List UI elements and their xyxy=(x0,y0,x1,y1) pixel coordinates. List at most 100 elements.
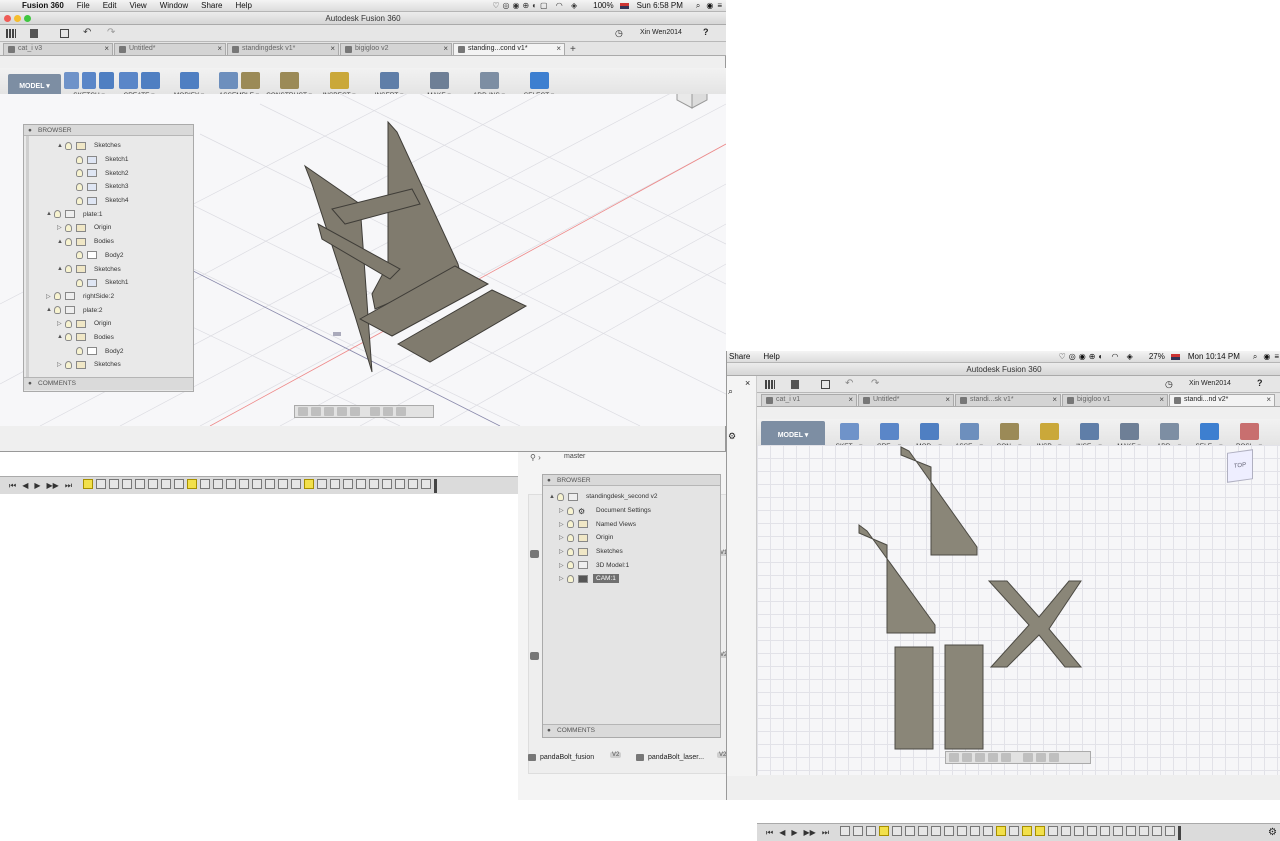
browser-row[interactable]: ▲ Bodies xyxy=(29,331,193,345)
timeline-feature-icon[interactable] xyxy=(356,478,367,489)
visibility-bulb-icon[interactable] xyxy=(54,292,61,301)
visibility-bulb-icon[interactable] xyxy=(65,333,72,342)
browser-row[interactable]: Sketch1 xyxy=(29,276,193,290)
close-icon[interactable]: × xyxy=(443,44,448,53)
collapse-icon[interactable]: ● xyxy=(28,127,32,134)
expand-arrow-icon[interactable]: ▷ xyxy=(559,534,567,541)
timeline-feature-icon[interactable] xyxy=(278,478,289,489)
timeline-feature-icon[interactable] xyxy=(918,825,929,836)
browser-row[interactable]: ▷ rightSide:2 xyxy=(29,290,193,304)
close-icon[interactable]: × xyxy=(217,44,222,53)
user-account[interactable]: Xin Wen2014 xyxy=(1189,380,1231,387)
redo-icon[interactable]: ↷ xyxy=(871,378,879,389)
redo-icon[interactable]: ↷ xyxy=(107,27,115,38)
browser-row[interactable]: ▲ plate:2 xyxy=(29,303,193,317)
branch-name[interactable]: master xyxy=(564,453,585,460)
timeline-feature-icon[interactable] xyxy=(148,478,159,489)
menu-item-edit[interactable]: Edit xyxy=(103,1,117,10)
timeline-end-icon[interactable]: ⏭ xyxy=(65,481,72,491)
timeline-feature-icon[interactable] xyxy=(265,478,276,489)
visibility-bulb-icon[interactable] xyxy=(567,574,574,583)
browser-row[interactable]: ▲ Bodies xyxy=(29,235,193,249)
menu-app-name[interactable]: Fusion 360 xyxy=(22,1,64,10)
timeline-feature-icon[interactable] xyxy=(135,478,146,489)
tool-icon[interactable] xyxy=(379,72,399,89)
timeline-feature-icon[interactable] xyxy=(1126,825,1137,836)
visibility-bulb-icon[interactable] xyxy=(567,506,574,515)
spotlight-icon[interactable]: ⌕ xyxy=(696,1,700,11)
expand-arrow-icon[interactable]: ▷ xyxy=(57,361,65,368)
timeline-feature-icon[interactable] xyxy=(421,478,432,489)
data-panel-icon[interactable] xyxy=(765,380,775,389)
visibility-bulb-icon[interactable] xyxy=(76,155,83,164)
tab-standing-second[interactable]: standi...nd v2* × xyxy=(1169,394,1275,406)
timeline-feature-icon[interactable] xyxy=(892,825,903,836)
browser-row[interactable]: Sketch4 xyxy=(29,194,193,208)
tool-icon[interactable] xyxy=(879,423,899,440)
menu-item-help[interactable]: Help xyxy=(236,1,252,10)
look-at-icon[interactable] xyxy=(311,407,321,416)
visibility-bulb-icon[interactable] xyxy=(65,223,72,232)
expand-arrow-icon[interactable]: ▷ xyxy=(559,548,567,555)
timeline-prev-icon[interactable]: ◀ xyxy=(779,828,785,837)
browser-comments[interactable]: ● COMMENTS xyxy=(24,377,193,390)
timeline-prev-icon[interactable]: ◀ xyxy=(22,481,28,490)
user-account[interactable]: Xin Wen2014 xyxy=(640,29,682,36)
browser-header[interactable]: ● BROWSER xyxy=(24,125,193,136)
browser-row[interactable]: ▷ 3D Model:1 xyxy=(543,558,720,572)
tool-icon[interactable] xyxy=(99,72,115,89)
browser-header[interactable]: ● BROWSER xyxy=(543,475,720,486)
browser-row[interactable]: ▲ standingdesk_second v2 xyxy=(543,490,720,504)
timeline-feature-icon[interactable] xyxy=(1165,825,1176,836)
settings-icon[interactable]: ⚙ xyxy=(728,431,736,442)
tab-cat-i[interactable]: cat_i v1 × xyxy=(761,394,857,406)
menu-item-view[interactable]: View xyxy=(129,1,146,10)
visibility-bulb-icon[interactable] xyxy=(76,182,83,191)
browser-row[interactable]: ▲ Sketches xyxy=(29,139,193,153)
timeline-feature-icon[interactable] xyxy=(343,478,354,489)
timeline-feature-icon[interactable] xyxy=(1100,825,1111,836)
tool-icon[interactable] xyxy=(240,72,260,89)
data-panel-icon[interactable] xyxy=(6,29,16,38)
timeline-settings-icon[interactable]: ⚙ xyxy=(1268,827,1277,838)
expand-arrow-icon[interactable]: ▲ xyxy=(46,307,54,313)
visibility-bulb-icon[interactable] xyxy=(65,141,72,150)
expand-arrow-icon[interactable]: ▷ xyxy=(57,320,65,327)
tool-icon[interactable] xyxy=(279,72,299,89)
timeline-feature-icon[interactable] xyxy=(252,478,263,489)
undo-icon[interactable]: ↶ xyxy=(845,378,853,389)
timeline-feature-icon[interactable] xyxy=(970,825,981,836)
view-cube[interactable] xyxy=(674,94,710,109)
notifications-icon[interactable]: ≡ xyxy=(717,1,722,10)
browser-row[interactable]: ▷ Origin xyxy=(29,317,193,331)
visibility-bulb-icon[interactable] xyxy=(65,319,72,328)
timeline-feature-icon[interactable] xyxy=(226,478,237,489)
tool-icon[interactable] xyxy=(118,72,138,89)
timeline-feature-icon[interactable] xyxy=(996,825,1007,836)
browser-row[interactable]: Sketch1 xyxy=(29,153,193,167)
timeline-feature-icon[interactable] xyxy=(1152,825,1163,836)
save-icon[interactable] xyxy=(60,29,69,38)
bottom-canvas[interactable] xyxy=(757,445,1280,775)
browser-row[interactable]: ▷ Sketches xyxy=(543,545,720,559)
new-tab-button[interactable]: + xyxy=(570,44,576,55)
timeline-feature-icon[interactable] xyxy=(109,478,120,489)
timeline-feature-icon[interactable] xyxy=(866,825,877,836)
expand-arrow-icon[interactable]: ▷ xyxy=(559,521,567,528)
menu-item-share[interactable]: Share xyxy=(729,352,750,361)
browser-row[interactable]: Sketch2 xyxy=(29,166,193,180)
job-status-icon[interactable]: ◷ xyxy=(1165,379,1173,390)
close-icon[interactable]: × xyxy=(556,44,561,53)
expand-arrow-icon[interactable]: ▲ xyxy=(549,494,557,500)
tab-bigigloo[interactable]: bigigloo v2 × xyxy=(340,43,452,55)
tab-bigigloo[interactable]: bigigloo v1 × xyxy=(1062,394,1168,406)
timeline-feature-icon[interactable] xyxy=(905,825,916,836)
timeline-feature-icon[interactable] xyxy=(174,478,185,489)
file-menu-icon[interactable] xyxy=(30,29,38,38)
save-icon[interactable] xyxy=(821,380,830,389)
close-icon[interactable]: × xyxy=(1052,395,1057,404)
menu-item-help[interactable]: Help xyxy=(763,352,779,361)
timeline-feature-icon[interactable] xyxy=(983,825,994,836)
siri-icon[interactable]: ◉ xyxy=(706,1,713,10)
tool-icon[interactable] xyxy=(839,423,859,440)
